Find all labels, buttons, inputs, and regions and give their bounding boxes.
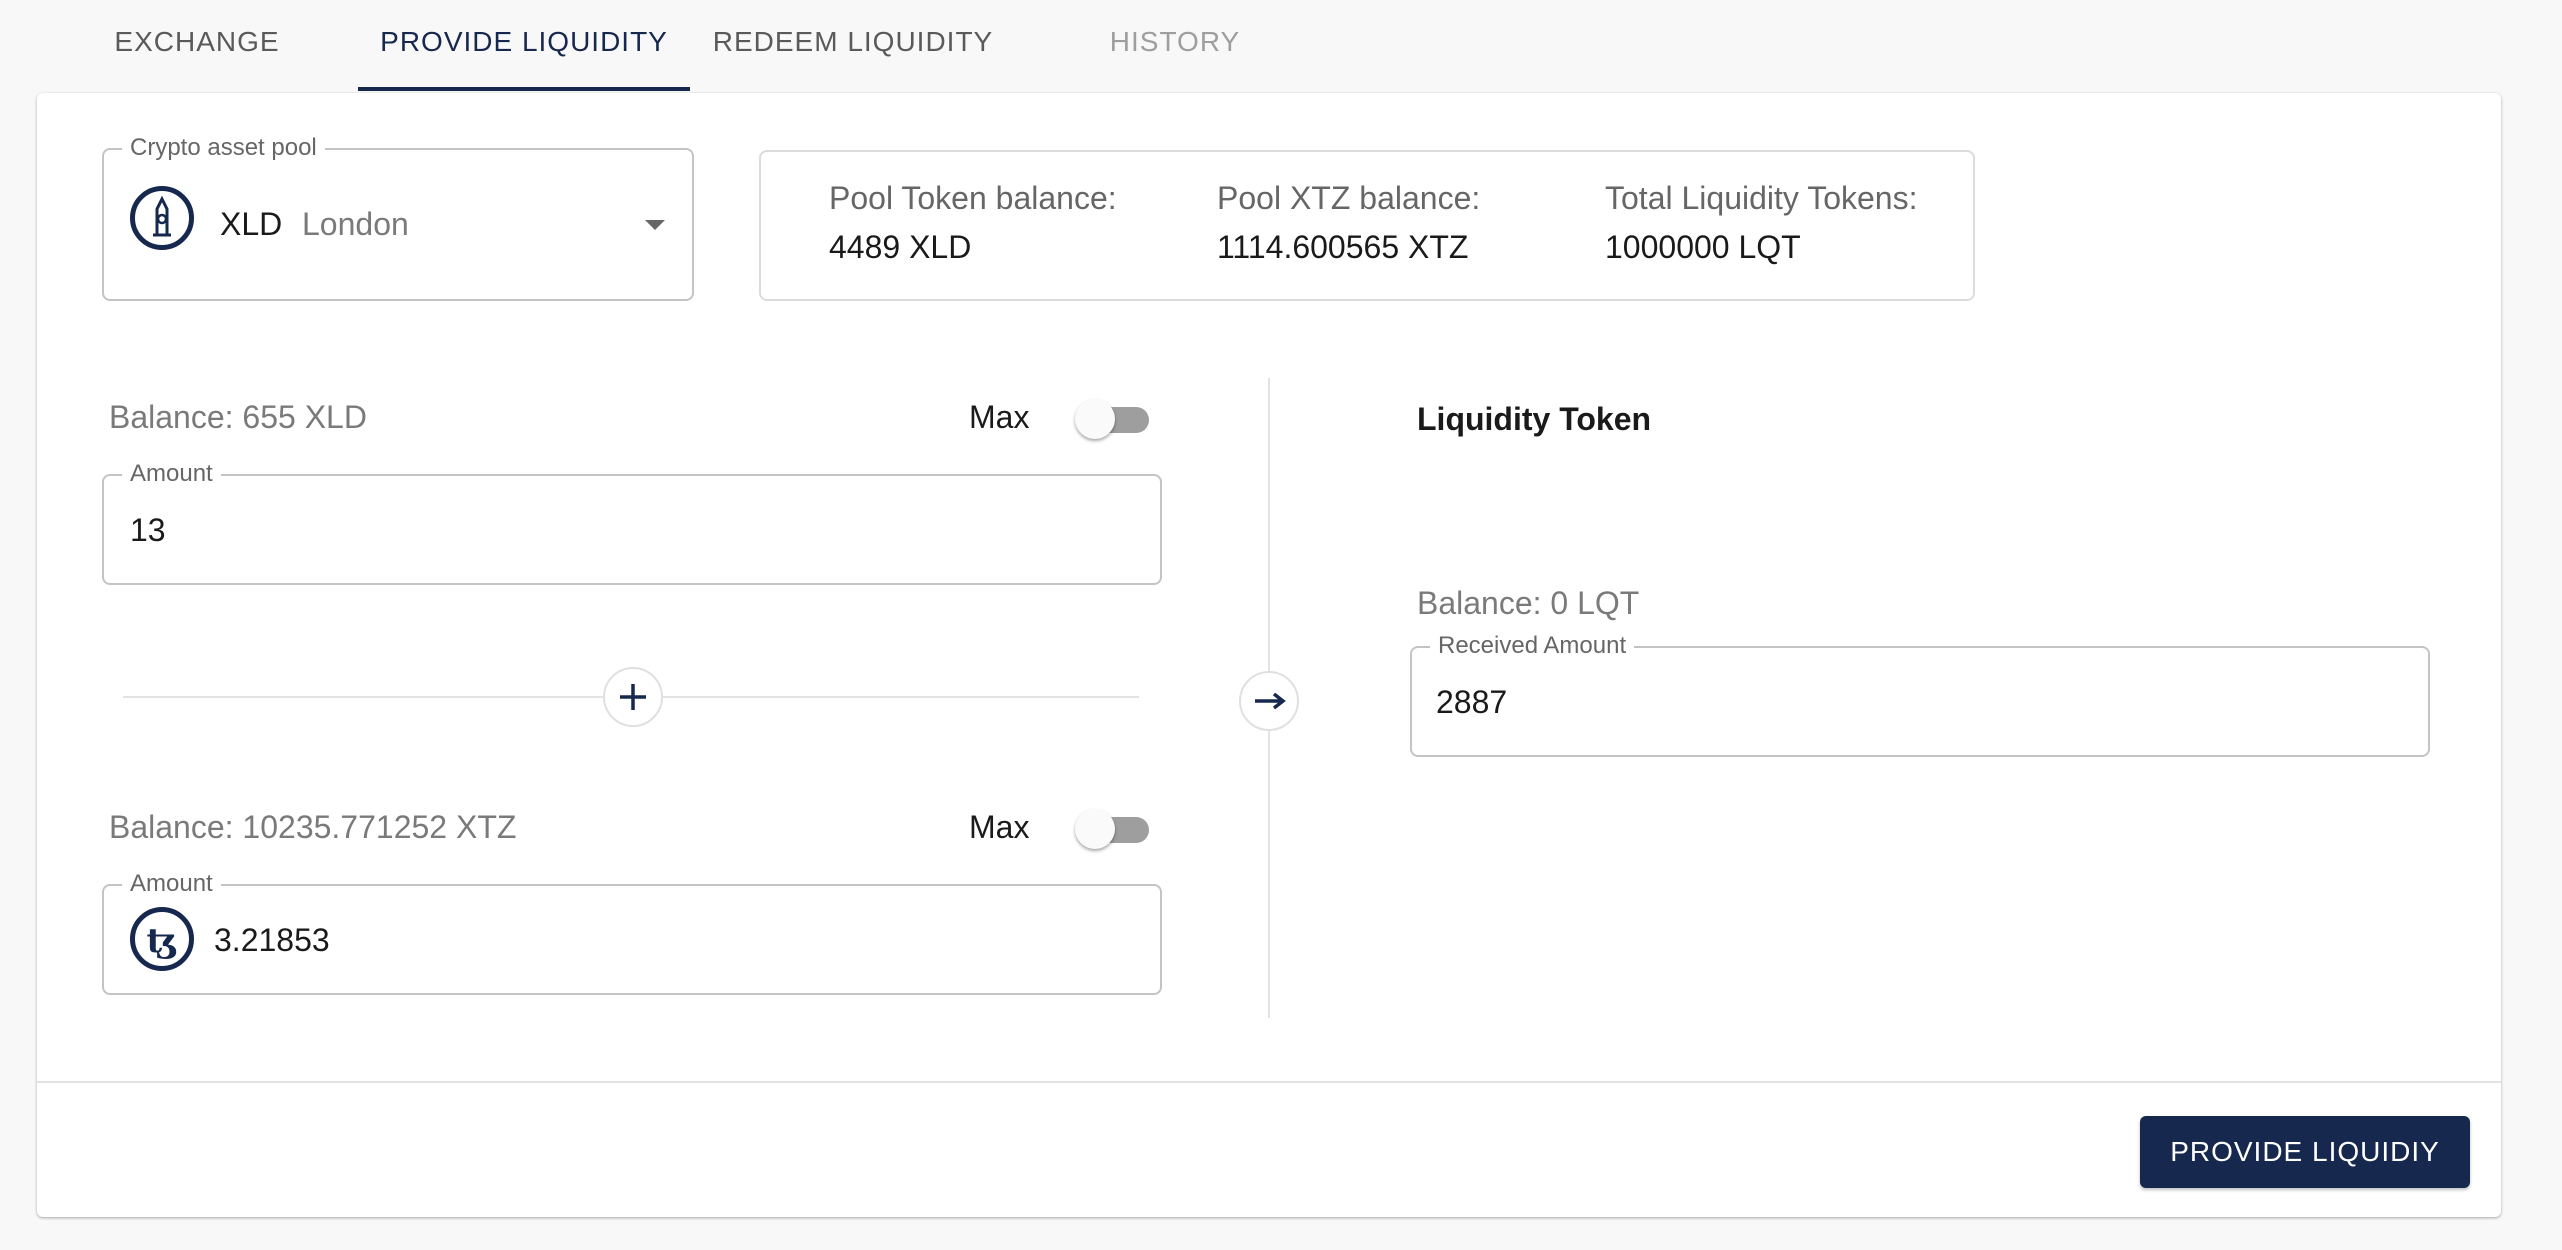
- xtz-max-toggle[interactable]: [1075, 809, 1151, 849]
- tab-bar: EXCHANGE PROVIDE LIQUIDITY REDEEM LIQUID…: [0, 0, 2562, 92]
- pool-token-balance-label: Pool Token balance:: [829, 180, 1117, 216]
- tab-redeem-liquidity[interactable]: REDEEM LIQUIDITY: [700, 26, 1006, 66]
- tab-provide-liquidity[interactable]: PROVIDE LIQUIDITY: [358, 26, 690, 66]
- chevron-down-icon[interactable]: [644, 218, 666, 232]
- xtz-balance: Balance: 10235.771252 XTZ: [109, 809, 517, 845]
- pool-token-balance: Pool Token balance: 4489 XLD: [829, 180, 1117, 266]
- lqt-balance: Balance: 0 LQT: [1417, 585, 1640, 621]
- pool-select-legend: Crypto asset pool: [122, 136, 325, 160]
- provide-liquidity-button[interactable]: PROVIDE LIQUIDIY: [2140, 1116, 2470, 1188]
- pool-token-balance-value: 4489 XLD: [829, 229, 972, 265]
- pool-xtz-balance-label: Pool XTZ balance:: [1217, 180, 1481, 216]
- token-amount-legend: Amount: [122, 462, 221, 486]
- convert-arrow-button: [1239, 671, 1299, 731]
- svg-text:ꜩ: ꜩ: [147, 921, 178, 961]
- received-amount-field[interactable]: Received Amount 2887: [1410, 634, 2430, 757]
- total-liquidity-tokens-label: Total Liquidity Tokens:: [1605, 180, 1918, 216]
- footer-divider: [37, 1081, 2501, 1083]
- pool-name: London: [302, 206, 409, 242]
- tab-exchange[interactable]: EXCHANGE: [80, 26, 314, 66]
- active-tab-indicator: [358, 87, 690, 91]
- provide-liquidity-card: Crypto asset pool XLD London Pool Token …: [37, 93, 2501, 1217]
- token-balance: Balance: 655 XLD: [109, 399, 367, 435]
- xtz-amount-value[interactable]: 3.21853: [214, 922, 330, 959]
- token-amount-value[interactable]: 13: [130, 512, 166, 549]
- liquidity-token-title: Liquidity Token: [1417, 401, 1652, 437]
- tab-history: HISTORY: [1109, 26, 1241, 57]
- total-liquidity-tokens: Total Liquidity Tokens: 1000000 LQT: [1605, 180, 1917, 266]
- pool-symbol: XLD: [220, 206, 283, 242]
- token-amount-field[interactable]: Amount 13: [102, 462, 1162, 585]
- arrow-right-icon: [1255, 692, 1286, 710]
- big-ben-icon: [130, 186, 194, 250]
- pool-xtz-balance: Pool XTZ balance: 1114.600565 XTZ: [1217, 180, 1480, 266]
- plus-icon: [620, 684, 646, 710]
- xtz-amount-legend: Amount: [122, 872, 221, 896]
- xtz-amount-field[interactable]: Amount ꜩ 3.21853: [102, 872, 1162, 995]
- received-amount-legend: Received Amount: [1430, 634, 1635, 658]
- pool-select[interactable]: Crypto asset pool XLD London: [102, 136, 694, 301]
- pool-xtz-balance-value: 1114.600565 XTZ: [1217, 229, 1469, 265]
- pool-info-panel: Pool Token balance: 4489 XLD Pool XTZ ba…: [759, 150, 1975, 301]
- token-max-label: Max: [969, 399, 1030, 435]
- received-amount-value[interactable]: 2887: [1436, 684, 1507, 721]
- xtz-max-label: Max: [969, 809, 1030, 845]
- total-liquidity-tokens-value: 1000000 LQT: [1605, 229, 1801, 265]
- tezos-icon: ꜩ: [130, 907, 194, 971]
- token-max-toggle[interactable]: [1075, 399, 1151, 439]
- add-button: [603, 667, 663, 727]
